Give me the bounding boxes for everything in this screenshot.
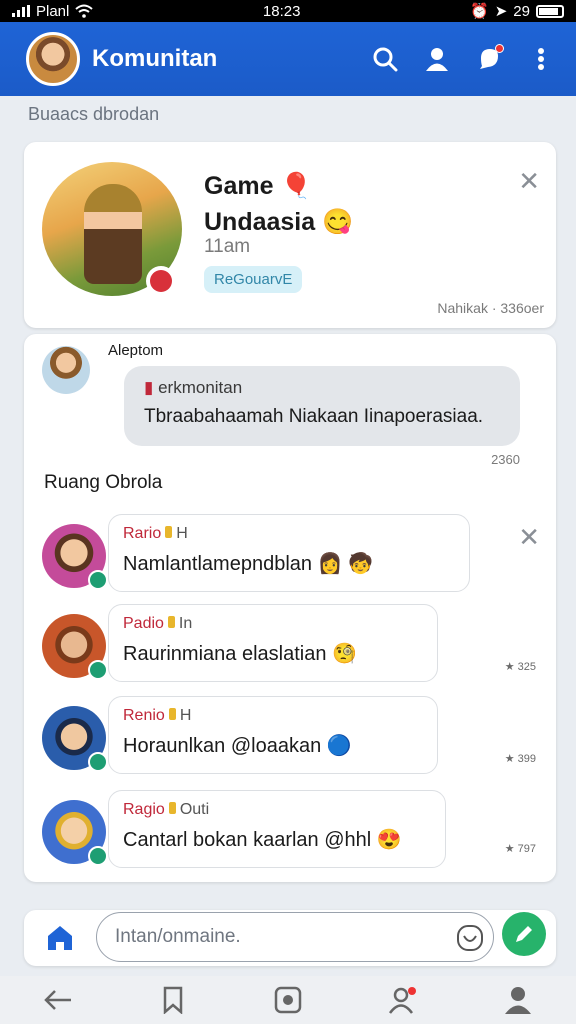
reaction-count[interactable]: ★ 797 <box>505 842 536 855</box>
pencil-icon <box>516 926 532 942</box>
square-icon <box>274 986 302 1014</box>
chat-item[interactable]: Padio In Raurinmiana elaslatian 🧐 <box>42 604 462 686</box>
chat-message: Horaunlkan @loaakan <box>123 735 322 757</box>
chat-item[interactable]: Rario H Namlantlamepndblan 👩 🧒 <box>42 514 470 596</box>
notification-badge <box>495 44 504 53</box>
close-icon[interactable]: ✕ <box>518 524 540 550</box>
chat-item[interactable]: Renio H Horaunlkan @loaakan 🔵 <box>42 696 462 778</box>
emoji-icon: 🧐 <box>332 643 357 665</box>
composer <box>24 910 556 966</box>
more-button[interactable] <box>526 44 556 74</box>
section-title: Ruang Obrola <box>44 472 163 493</box>
send-button[interactable] <box>502 912 546 956</box>
battery-level: 29 <box>513 2 530 20</box>
verified-icon <box>88 660 108 680</box>
breadcrumb[interactable]: Buaacs dbrodan <box>28 104 159 125</box>
post-avatar[interactable] <box>42 346 90 394</box>
people-icon <box>389 987 417 1014</box>
verified-icon <box>88 846 108 866</box>
community-title: Game 🎈 Undaasia 😋 <box>204 172 354 236</box>
chat-message: Raurinmiana elaslatian <box>123 643 327 665</box>
nav-community[interactable] <box>383 980 423 1020</box>
page-title: Komunitan <box>92 45 218 72</box>
emoji-button-icon[interactable] <box>456 924 484 952</box>
community-tag[interactable]: ReGouarvE <box>204 266 303 293</box>
back-icon <box>43 990 71 1010</box>
tag-icon: ▮ <box>144 378 154 397</box>
nav-profile[interactable] <box>498 980 538 1020</box>
bottom-nav <box>0 976 576 1024</box>
community-card[interactable]: Game 🎈 Undaasia 😋 11am ReGouarvE ✕ Nahik… <box>24 142 556 328</box>
chat-bubble[interactable]: Renio H Horaunlkan @loaakan 🔵 <box>108 696 438 774</box>
emoji-icon: 🔵 <box>326 735 352 757</box>
post-body: Tbraabahaamah Niakaan Iinapoerasiaa. <box>144 406 484 427</box>
message-input[interactable] <box>96 912 494 962</box>
community-meta: Nahikak · 336oer <box>437 300 544 316</box>
post-bubble[interactable]: ▮ erkmonitan Tbraabahaamah Niakaan Iinap… <box>124 366 520 446</box>
nav-bookmark[interactable] <box>153 980 193 1020</box>
chat-bubble[interactable]: Rario H Namlantlamepndblan 👩 🧒 <box>108 514 470 592</box>
app-bar: Komunitan <box>0 22 576 96</box>
close-icon[interactable]: ✕ <box>518 168 540 194</box>
chat-bubble[interactable]: Ragio Outi Cantarl bokan kaarlan @hhl 😍 <box>108 790 446 868</box>
profile-button[interactable] <box>422 44 452 74</box>
balloon-icon: 🎈 <box>280 172 312 200</box>
bookmark-icon <box>163 986 183 1014</box>
post-heading: ▮ erkmonitan <box>144 378 243 397</box>
home-icon[interactable] <box>44 922 76 954</box>
chat-bubble[interactable]: Padio In Raurinmiana elaslatian 🧐 <box>108 604 438 682</box>
carrier-label: Planl <box>36 2 70 20</box>
verified-icon <box>88 570 108 590</box>
nav-home[interactable] <box>268 980 308 1020</box>
community-subtitle: 11am <box>204 236 251 257</box>
post-author[interactable]: Aleptom <box>108 342 163 359</box>
reaction-count[interactable]: ★ 399 <box>505 752 536 765</box>
chat-item[interactable]: Ragio Outi Cantarl bokan kaarlan @hhl 😍 <box>42 790 462 872</box>
more-vert-icon <box>538 48 544 70</box>
feed-panel: Aleptom ▮ erkmonitan Tbraabahaamah Niaka… <box>24 334 556 882</box>
chat-message: Namlantlamepndblan <box>123 553 313 575</box>
status-bar: Planl 18:23 ⏰ ➤ 29 <box>0 0 576 22</box>
wifi-icon <box>75 4 94 18</box>
signal-icon <box>12 5 30 17</box>
profile-icon <box>505 987 532 1014</box>
search-button[interactable] <box>370 44 400 74</box>
clock: 18:23 <box>262 2 301 20</box>
chat-message: Cantarl bokan kaarlan @hhl <box>123 829 372 851</box>
post-time: 2360 <box>491 452 520 467</box>
badge-icon <box>146 266 176 296</box>
location-icon: ➤ <box>494 3 508 20</box>
community-avatar[interactable] <box>26 32 80 86</box>
battery-icon <box>535 4 564 18</box>
smile-icon: 😋 <box>322 208 354 236</box>
emoji-icon: 😍 <box>376 829 402 851</box>
nav-back[interactable] <box>38 980 78 1020</box>
alarm-icon: ⏰ <box>470 3 489 20</box>
reaction-count[interactable]: ★ 325 <box>505 660 536 673</box>
verified-icon <box>88 752 108 772</box>
person-icon <box>426 48 448 71</box>
search-icon <box>373 47 398 72</box>
emoji-icon: 👩 🧒 <box>317 553 373 575</box>
notifications-button[interactable] <box>474 44 504 74</box>
